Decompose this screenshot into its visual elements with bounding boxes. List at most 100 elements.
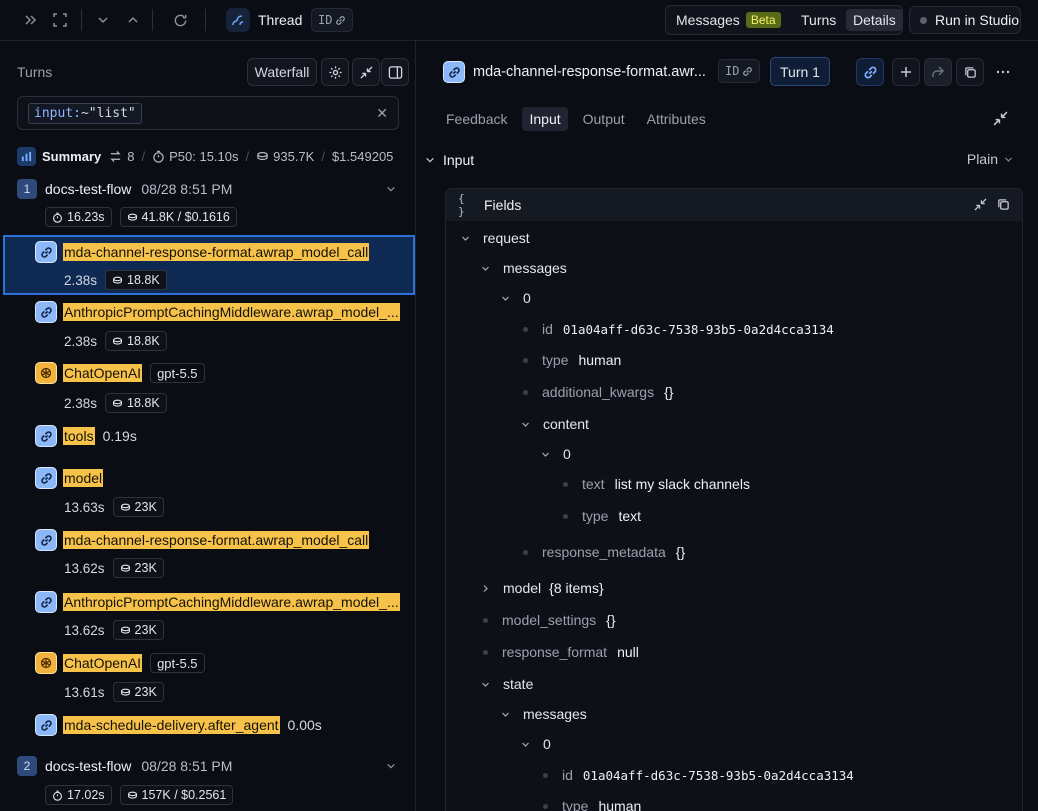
timer-icon xyxy=(52,790,63,801)
turn-timestamp: 08/28 8:51 PM xyxy=(141,758,233,774)
openai-icon xyxy=(35,652,57,674)
tokens-badge: 23K xyxy=(112,558,164,578)
tab-attributes[interactable]: Attributes xyxy=(640,107,713,131)
tree-node-state[interactable]: state xyxy=(481,674,533,694)
chevron-up-icon[interactable] xyxy=(122,9,144,31)
run-item[interactable]: mda-channel-response-format.awrap_model_… xyxy=(35,529,370,551)
tree-node-index[interactable]: 0 xyxy=(541,444,571,464)
tab-input[interactable]: Input xyxy=(522,107,568,131)
run-title: mda-channel-response-format.awrap_model_… xyxy=(35,241,370,263)
separator: / xyxy=(321,148,325,164)
thread-logo-icon xyxy=(226,8,250,32)
chevron-down-icon xyxy=(541,450,553,459)
turn-row-1[interactable]: 1 docs-test-flow 08/28 8:51 PM xyxy=(17,178,232,200)
tab-details[interactable]: Details xyxy=(846,9,903,31)
chevron-down-icon xyxy=(481,680,493,689)
run-latency: 2.38s xyxy=(64,395,98,411)
more-button[interactable] xyxy=(989,58,1017,86)
run-item[interactable]: AnthropicPromptCachingMiddleware.awrap_m… xyxy=(35,301,400,323)
run-item[interactable]: ChatOpenAI gpt-5.5 xyxy=(35,652,205,674)
tree-node-index[interactable]: 0 xyxy=(521,734,551,754)
tree-leaf-type: type human xyxy=(543,796,641,811)
run-latency: 0.00s xyxy=(287,717,322,733)
chevron-down-icon xyxy=(1004,155,1013,164)
thread-id-button[interactable]: ID xyxy=(311,8,354,32)
input-section-title: Input xyxy=(443,152,475,168)
separator: / xyxy=(245,148,250,164)
collapse-icon[interactable] xyxy=(974,198,987,211)
tree-node-content[interactable]: content xyxy=(521,414,589,434)
expand-icon[interactable] xyxy=(49,9,71,31)
chevron-down-icon xyxy=(501,710,513,719)
chain-link-icon xyxy=(35,467,57,489)
run-meta: 13.63s 23K xyxy=(64,497,164,517)
chevron-down-icon[interactable] xyxy=(386,184,396,194)
tokens-icon xyxy=(127,790,138,801)
share-link-button[interactable] xyxy=(856,58,884,86)
tokens-badge: 23K xyxy=(112,682,164,702)
bullet-dot xyxy=(523,549,528,555)
tree-node-messages[interactable]: messages xyxy=(481,258,567,278)
run-id-button[interactable]: ID xyxy=(718,59,761,83)
run-detail-pane: mda-channel-response-format.awr... ID Tu… xyxy=(417,41,1038,811)
view-mode-select[interactable]: Plain xyxy=(967,151,1013,167)
turn-row-2[interactable]: 2 docs-test-flow 08/28 8:51 PM xyxy=(17,755,232,777)
duration-value: 16.23s xyxy=(67,210,105,224)
input-section-header[interactable]: Input Plain xyxy=(425,149,1023,171)
turn-stats: 17.02s 157K / $0.2561 xyxy=(45,785,234,805)
run-item[interactable]: mda-schedule-delivery.after_agent 0.00s xyxy=(35,714,322,736)
query-chip[interactable]: input:~"list" xyxy=(28,103,142,124)
run-name: AnthropicPromptCachingMiddleware.awrap_m… xyxy=(63,593,400,611)
refresh-icon[interactable] xyxy=(169,9,191,31)
timer-icon xyxy=(52,212,63,223)
chevron-down-icon xyxy=(481,264,493,273)
chevron-down-icon[interactable] xyxy=(386,761,396,771)
run-item[interactable]: ChatOpenAI gpt-5.5 xyxy=(35,362,205,384)
tree-value: {} xyxy=(675,544,686,560)
turn-button[interactable]: Turn 1 xyxy=(770,57,830,86)
tab-output[interactable]: Output xyxy=(576,107,632,131)
copy-button[interactable] xyxy=(956,58,984,86)
run-item[interactable]: tools 0.19s xyxy=(35,425,137,447)
toggle-panel-button[interactable] xyxy=(381,58,409,86)
tokens-icon xyxy=(120,687,131,698)
duration-badge: 17.02s xyxy=(45,785,112,805)
collapse-all-button[interactable] xyxy=(352,58,380,86)
run-item[interactable]: model xyxy=(35,467,104,489)
clear-search-icon[interactable]: ✕ xyxy=(376,105,388,122)
chain-link-icon xyxy=(35,529,57,551)
tree-node-index[interactable]: 0 xyxy=(501,288,531,308)
run-meta: 13.62s 23K xyxy=(64,620,164,640)
tab-messages[interactable]: Messages Beta xyxy=(676,9,781,31)
divider xyxy=(205,9,206,31)
chevron-down-icon xyxy=(521,740,533,749)
chevron-down-icon[interactable] xyxy=(92,9,114,31)
tokens-value: 23K xyxy=(134,685,157,699)
share-arrow-icon xyxy=(931,65,945,79)
copy-icon[interactable] xyxy=(997,198,1010,211)
turn-number-badge: 1 xyxy=(17,179,37,199)
add-button[interactable] xyxy=(892,58,920,86)
waterfall-button[interactable]: Waterfall xyxy=(247,58,317,86)
run-item-selected[interactable]: mda-channel-response-format.awrap_model_… xyxy=(3,235,415,295)
run-item[interactable]: AnthropicPromptCachingMiddleware.awrap_m… xyxy=(35,591,400,613)
tree-node-messages[interactable]: messages xyxy=(501,704,587,724)
tree-node-request[interactable]: request xyxy=(461,228,530,248)
collapse-chevrons-icon[interactable] xyxy=(20,9,42,31)
search-input[interactable]: input:~"list" ✕ xyxy=(17,96,399,130)
tokens-cost-value: 157K / $0.2561 xyxy=(141,788,227,802)
tab-feedback[interactable]: Feedback xyxy=(439,107,514,131)
tree-value: 01a04aff-d63c-7538-93b5-0a2d4cca3134 xyxy=(582,767,854,783)
collapse-icon[interactable] xyxy=(993,111,1008,126)
turns-heading: Turns xyxy=(17,64,53,80)
tab-turns[interactable]: Turns xyxy=(801,9,836,31)
settings-button[interactable] xyxy=(321,58,349,86)
tab-turns-label: Turns xyxy=(801,12,837,28)
total-tokens: 935.7K xyxy=(273,148,315,164)
tree-node-model[interactable]: model {8 items} xyxy=(481,578,604,598)
tokens-value: 23K xyxy=(134,623,157,637)
run-in-studio-button[interactable]: Run in Studio xyxy=(909,6,1021,34)
share-button[interactable] xyxy=(924,58,952,86)
copy-icon xyxy=(964,66,977,79)
chain-link-icon xyxy=(35,301,57,323)
